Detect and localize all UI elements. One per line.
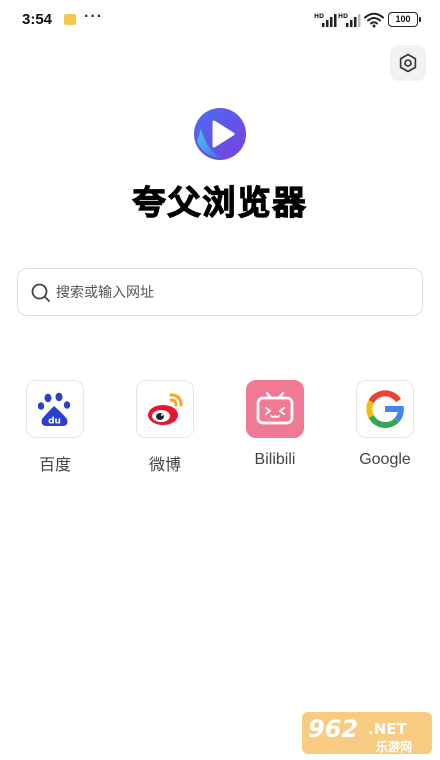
google-g-icon	[366, 390, 404, 429]
settings-hexagon-icon	[399, 53, 417, 73]
shortcut-tile[interactable]	[246, 380, 304, 438]
more-dots-icon: ···	[84, 8, 103, 25]
wifi-icon	[364, 12, 384, 28]
shortcut-label: 微博	[148, 457, 181, 474]
search-icon	[31, 283, 50, 302]
settings-button[interactable]	[390, 45, 426, 81]
shortcut-google[interactable]: Google	[345, 380, 425, 469]
app-title: 夸父浏览器	[132, 182, 308, 222]
notification-icon	[64, 14, 76, 25]
weibo-eye-icon	[148, 393, 183, 425]
hd-signal-icon: HD	[314, 13, 337, 27]
bilibili-tv-icon	[256, 391, 294, 425]
watermark-caption: 乐游网	[376, 739, 412, 754]
watermark-suffix: .NET	[368, 720, 407, 738]
baidu-paw-icon: du	[37, 392, 71, 427]
shortcut-label: Google	[359, 451, 411, 468]
play-button-logo	[194, 108, 246, 160]
shortcut-label: Bilibili	[254, 451, 296, 468]
shortcut-bilibili[interactable]: Bilibili	[235, 380, 315, 469]
hd-signal-icon: HD	[338, 13, 361, 27]
status-bar: 3:54 ··· HD HD 100	[0, 0, 440, 40]
search-box[interactable]	[17, 268, 423, 316]
watermark-logo: 962 .NET 乐游网	[302, 712, 432, 754]
svg-text:du: du	[48, 417, 61, 427]
watermark-number: 962	[308, 715, 358, 743]
shortcut-label: 百度	[38, 457, 71, 474]
shortcut-tile[interactable]: du	[26, 380, 84, 438]
search-input[interactable]	[56, 277, 406, 307]
shortcut-weibo[interactable]: 微博	[125, 380, 205, 475]
svg-text:HD: HD	[314, 13, 324, 20]
shortcut-tile[interactable]	[356, 380, 414, 438]
shortcut-baidu[interactable]: du 百度	[15, 380, 95, 475]
svg-text:HD: HD	[338, 13, 348, 20]
battery-icon: 100	[388, 12, 421, 27]
shortcut-tile[interactable]	[136, 380, 194, 438]
status-time: 3:54	[22, 11, 53, 28]
